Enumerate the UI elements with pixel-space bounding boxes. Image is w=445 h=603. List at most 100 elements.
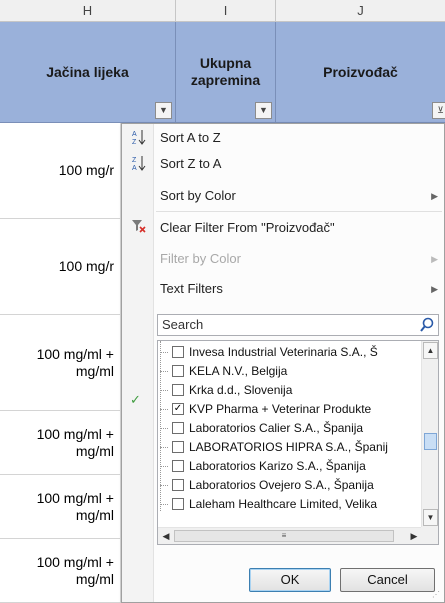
svg-text:A: A: [132, 165, 137, 172]
cell-h-row2[interactable]: 100 mg/r: [0, 219, 121, 315]
tree-line: [160, 409, 168, 410]
cell-text: 100 mg/ml + mg/ml: [37, 426, 114, 460]
ok-button[interactable]: OK: [249, 568, 331, 592]
cell-text-line2: mg/ml: [75, 570, 114, 587]
menu-item-label: Sort Z to A: [160, 156, 222, 171]
filter-list-item[interactable]: Laboratorios Ovejero S.A., Španija: [158, 476, 422, 495]
checkbox[interactable]: [172, 365, 184, 377]
svg-text:Z: Z: [132, 157, 137, 164]
menu-item-label: Clear Filter From "Proizvođač": [160, 220, 335, 235]
search-icon[interactable]: [418, 316, 436, 334]
tree-line: [160, 371, 168, 372]
checkbox[interactable]: ✓: [172, 403, 184, 415]
filter-search-input[interactable]: Search: [157, 314, 439, 336]
filter-list-item[interactable]: Invesa Industrial Veterinaria S.A., Š: [158, 343, 422, 362]
vertical-scrollbar[interactable]: ▲ ▼: [421, 341, 438, 527]
menu-separator: [156, 211, 442, 212]
cell-text: 100 mg/r: [58, 258, 114, 274]
chevron-down-icon: ▼: [259, 105, 268, 115]
checkbox[interactable]: [172, 441, 184, 453]
filter-list-item[interactable]: Laleham Healthcare Limited, Velika: [158, 495, 422, 514]
checkbox[interactable]: [172, 384, 184, 396]
scrollbar-corner: [421, 527, 438, 544]
cell-text-line1: 100 mg/ml +: [36, 425, 114, 442]
horizontal-scroll-thumb[interactable]: ≡: [174, 530, 394, 542]
tree-line: [160, 466, 168, 467]
filter-values-list[interactable]: Invesa Industrial Veterinaria S.A., Š KEL…: [157, 340, 439, 545]
checkbox[interactable]: [172, 460, 184, 472]
column-letter-j[interactable]: J: [276, 0, 445, 22]
scroll-left-button[interactable]: ◀: [159, 528, 173, 544]
tree-line: [160, 428, 168, 429]
menu-item-sort-by-color[interactable]: Sort by Color ▶: [122, 185, 444, 207]
tree-line: [160, 352, 168, 353]
filter-list-item[interactable]: ✓ KVP Pharma + Veterinar Produkte: [158, 400, 422, 419]
scroll-down-button[interactable]: ▼: [423, 509, 438, 526]
checkbox[interactable]: [172, 346, 184, 358]
filter-active-button-j[interactable]: ⊻: [432, 102, 445, 119]
submenu-arrow-icon: ▶: [431, 191, 438, 201]
filter-list-item[interactable]: Krka d.d., Slovenija: [158, 381, 422, 400]
filter-item-label: KVP Pharma + Veterinar Produkte: [189, 402, 372, 416]
header-label-line2: zapremina: [190, 72, 261, 88]
cell-text-line2: mg/ml: [75, 506, 114, 523]
cell-h-row1[interactable]: 100 mg/r: [0, 123, 121, 219]
menu-item-text-filters[interactable]: Text Filters ▶: [122, 278, 444, 300]
cell-text-line2: mg/ml: [75, 442, 114, 459]
cell-h-row6[interactable]: 100 mg/ml + mg/ml: [0, 539, 121, 603]
tree-line: [160, 504, 168, 505]
menu-item-clear-filter[interactable]: Clear Filter From "Proizvođač": [122, 217, 444, 239]
tree-line: [160, 447, 168, 448]
menu-item-sort-a-to-z[interactable]: AZ Sort A to Z: [122, 127, 444, 149]
filter-list-item[interactable]: LABORATORIOS HIPRA S.A., Španij: [158, 438, 422, 457]
header-label: Proizvođač: [323, 63, 398, 80]
resize-grip-icon[interactable]: ⋰: [432, 590, 442, 600]
scroll-right-button[interactable]: ▶: [407, 528, 421, 544]
cell-text-line2: mg/ml: [75, 362, 114, 379]
cell-h-row5[interactable]: 100 mg/ml + mg/ml: [0, 475, 121, 539]
cell-h-row3[interactable]: 100 mg/ml + mg/ml: [0, 315, 121, 411]
header-jacina-lijeka[interactable]: Jačina lijeka ▼: [0, 22, 176, 123]
tree-line: [160, 390, 168, 391]
filter-list-item[interactable]: Laboratorios Karizo S.A., Španija: [158, 457, 422, 476]
cell-text: 100 mg/ml + mg/ml: [37, 346, 114, 380]
cell-text-line1: 100 mg/ml +: [36, 553, 114, 570]
menu-item-label: Sort A to Z: [160, 130, 221, 145]
menu-item-sort-z-to-a[interactable]: ZA Sort Z to A: [122, 153, 444, 175]
cell-text-line1: 100 mg/ml +: [36, 489, 114, 506]
checkbox[interactable]: [172, 479, 184, 491]
sort-za-icon: ZA: [128, 154, 150, 174]
cell-text: 100 mg/ml + mg/ml: [37, 554, 114, 588]
header-ukupna-zapremina[interactable]: Ukupna zapremina ▼: [176, 22, 276, 123]
scroll-up-button[interactable]: ▲: [423, 342, 438, 359]
filter-list-item[interactable]: KELA N.V., Belgija: [158, 362, 422, 381]
scroll-thumb[interactable]: [424, 433, 437, 450]
header-label: Jačina lijeka: [46, 63, 129, 80]
header-proizvodjac[interactable]: Proizvođač ⊻: [276, 22, 445, 123]
header-label-line1: Ukupna: [199, 55, 252, 71]
sort-az-icon: AZ: [128, 128, 150, 148]
column-letter-i[interactable]: I: [176, 0, 276, 22]
cancel-button[interactable]: Cancel: [340, 568, 435, 592]
filter-dropdown-button-i[interactable]: ▼: [255, 102, 272, 119]
filter-dropdown-button-h[interactable]: ▼: [155, 102, 172, 119]
column-header-row: H I J: [0, 0, 445, 22]
checkbox[interactable]: [172, 422, 184, 434]
svg-text:Z: Z: [132, 139, 137, 146]
menu-item-label: Text Filters: [160, 281, 223, 296]
filter-list-item[interactable]: Laboratorios Calier S.A., Španija: [158, 419, 422, 438]
tree-line: [160, 485, 168, 486]
cell-h-row4[interactable]: 100 mg/ml + mg/ml: [0, 411, 121, 475]
checkmark-icon: ✓: [130, 392, 141, 407]
horizontal-scrollbar[interactable]: ◀ ≡ ▶: [158, 527, 422, 544]
checkbox[interactable]: [172, 498, 184, 510]
submenu-arrow-icon: ▶: [431, 284, 438, 294]
cell-text-line1: 100 mg/ml +: [36, 345, 114, 362]
column-letter-h[interactable]: H: [0, 0, 176, 22]
menu-item-label: Sort by Color: [160, 188, 236, 203]
filter-item-label: Laleham Healthcare Limited, Velika: [189, 497, 378, 511]
svg-text:A: A: [132, 131, 137, 138]
filter-item-label: Laboratorios Ovejero S.A., Španija: [189, 478, 374, 492]
filter-dropdown-icon: ⊻: [437, 105, 444, 115]
filter-item-label: KELA N.V., Belgija: [189, 364, 288, 378]
